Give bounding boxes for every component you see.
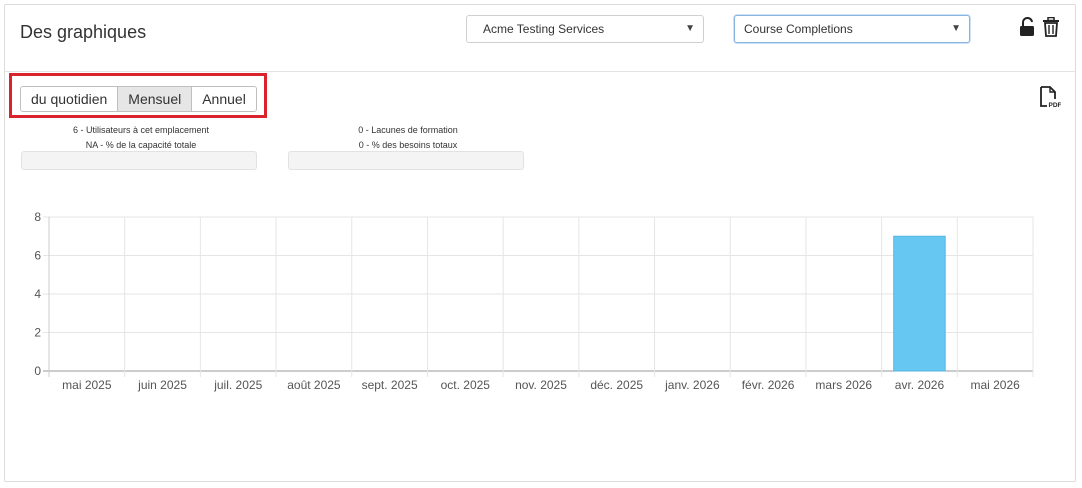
x-tick-label: janv. 2026 [664, 378, 720, 392]
yearly-button[interactable]: Annuel [192, 87, 256, 111]
x-axis-labels: mai 2025 juin 2025 juil. 2025 août 2025 sept… [62, 378, 1020, 392]
chart-grid [43, 216, 1034, 377]
y-tick-label: 6 [34, 249, 41, 263]
y-tick-label: 8 [34, 210, 41, 224]
period-button-group: du quotidien Mensuel Annuel [20, 86, 257, 112]
x-tick-label: sept. 2025 [362, 378, 418, 392]
chevron-down-icon: ▼ [685, 23, 695, 34]
trash-icon[interactable] [1042, 17, 1060, 37]
monthly-button[interactable]: Mensuel [118, 87, 193, 111]
svg-text:PDF: PDF [1049, 102, 1062, 109]
capacity-progress-bar [21, 151, 257, 170]
bar [893, 235, 946, 372]
x-tick-label: août 2025 [287, 378, 341, 392]
location-select-value: Acme Testing Services [483, 22, 605, 36]
y-tick-label: 4 [34, 287, 41, 301]
x-tick-label: oct. 2025 [441, 378, 491, 392]
x-tick-label: mai 2026 [970, 378, 1020, 392]
chevron-down-icon: ▼ [951, 23, 961, 34]
needs-progress-bar [288, 151, 524, 170]
x-tick-label: févr. 2026 [742, 378, 795, 392]
users-stat: 6 - Utilisateurs à cet emplacement NA - … [21, 123, 261, 153]
report-select-value: Course Completions [744, 22, 853, 36]
users-count-text: 6 - Utilisateurs à cet emplacement [72, 125, 210, 135]
x-tick-label: nov. 2025 [515, 378, 567, 392]
location-select[interactable]: Acme Testing Services ▼ [466, 15, 704, 43]
y-tick-label: 0 [34, 364, 41, 378]
chart-bars [893, 235, 946, 372]
unlock-icon[interactable] [1019, 17, 1037, 37]
charts-panel: Des graphiques Acme Testing Services ▼ C… [4, 4, 1076, 482]
bar-chart: 0 2 4 6 8 mai 2025 juin 2025 juil. 2025 août 20… [34, 210, 1034, 392]
x-tick-label: avr. 2026 [895, 378, 945, 392]
x-tick-label: juin 2025 [137, 378, 187, 392]
gaps-stat: 0 - Lacunes de formation 0 - % des besoi… [288, 123, 528, 153]
daily-button[interactable]: du quotidien [21, 87, 119, 111]
x-tick-label: mai 2025 [62, 378, 112, 392]
training-gaps-text: 0 - Lacunes de formation [358, 125, 458, 135]
report-select[interactable]: Course Completions ▼ [734, 15, 970, 43]
y-axis-labels: 0 2 4 6 8 [34, 210, 41, 378]
pdf-icon[interactable]: PDF [1039, 86, 1061, 110]
x-tick-label: juil. 2025 [213, 378, 262, 392]
page-title: Des graphiques [20, 22, 147, 42]
x-tick-label: déc. 2025 [590, 378, 643, 392]
x-tick-label: mars 2026 [815, 378, 872, 392]
y-tick-label: 2 [34, 326, 41, 340]
panel-header: Des graphiques Acme Testing Services ▼ C… [5, 5, 1075, 72]
